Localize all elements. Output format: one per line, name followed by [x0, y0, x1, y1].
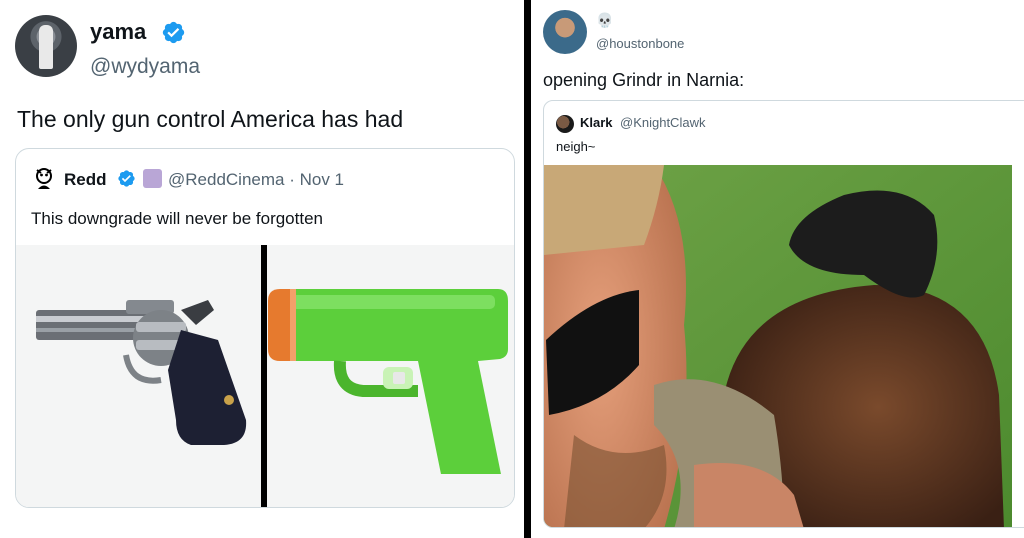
- author-handle[interactable]: @wydyama: [90, 55, 200, 79]
- media-divider: [261, 245, 267, 507]
- verified-badge-icon: [162, 21, 185, 44]
- right-tweet: 💀 @houstonbone opening Grindr in Narnia:…: [531, 0, 1024, 538]
- left-tweet: yama @wydyama The only gun control Ameri…: [0, 0, 524, 538]
- author-handle[interactable]: @houstonbone: [596, 36, 684, 51]
- author-avatar[interactable]: [15, 15, 77, 77]
- tweet-text: The only gun control America has had: [17, 106, 404, 132]
- author-name[interactable]: yama: [90, 19, 146, 45]
- author-display-name[interactable]: 💀: [596, 12, 613, 29]
- quote-author-name[interactable]: Klark: [580, 115, 613, 130]
- quote-text: This downgrade will never be forgotten: [31, 209, 323, 228]
- quote-author-avatar[interactable]: [556, 115, 574, 133]
- quoted-tweet[interactable]: Klark @KnightClawk neigh~: [543, 100, 1024, 528]
- quoted-tweet[interactable]: Redd @ReddCinema · Nov 1 This downgrade …: [15, 148, 515, 508]
- quote-author-name[interactable]: Redd: [64, 170, 107, 190]
- quote-author-handle[interactable]: @KnightClawk: [620, 115, 705, 130]
- verified-badge-icon: [118, 170, 135, 187]
- selfie-with-horse-photo[interactable]: [544, 165, 1012, 528]
- quote-meta[interactable]: @ReddCinema · Nov 1: [168, 170, 344, 190]
- revolver-emoji-icon: [36, 300, 247, 445]
- affiliate-badge-icon: [143, 169, 162, 188]
- water-pistol-emoji-icon: [268, 289, 508, 474]
- tweet-text: opening Grindr in Narnia:: [543, 70, 745, 90]
- quote-text: neigh~: [556, 139, 596, 154]
- panel-divider: [524, 0, 531, 538]
- quote-author-avatar[interactable]: [31, 165, 57, 191]
- quote-media[interactable]: [16, 245, 514, 507]
- author-avatar[interactable]: [543, 10, 587, 54]
